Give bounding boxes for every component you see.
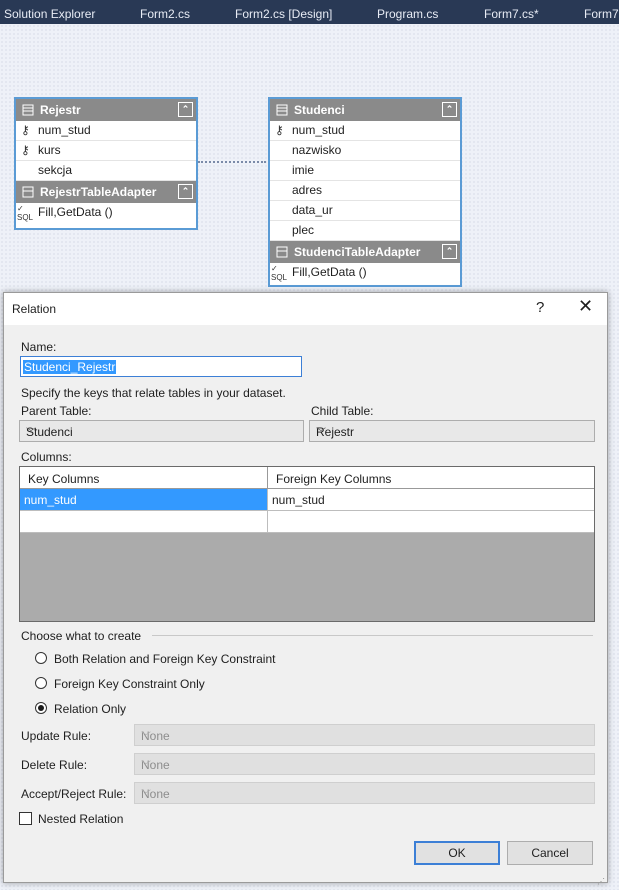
tab-form2-cs[interactable]: Form2.cs [140,0,190,24]
column-row[interactable]: ⚷ num_stud [270,121,460,141]
collapse-icon[interactable]: ⌃ [442,102,457,117]
grid-header-foreign-key-columns[interactable]: Foreign Key Columns [268,467,594,489]
tab-program-cs[interactable]: Program.cs [377,0,438,24]
document-tab-bar: Solution Explorer Form2.cs Form2.cs [Des… [0,0,619,24]
create-group-label: Choose what to create [21,629,142,643]
relation-name-input[interactable]: Studenci_Rejestr [20,356,302,377]
dialog-title-bar[interactable]: Relation ? ✕ [4,293,607,325]
accept-reject-rule-select[interactable]: None ﹀ [134,782,595,804]
datatable-icon [22,104,34,116]
tableadapter-icon [22,186,34,198]
nested-relation-checkbox[interactable] [19,812,32,825]
datatable-header[interactable]: Studenci ⌃ [270,99,460,121]
tab-form7-cs[interactable]: Form7.cs* [484,0,539,24]
child-table-label: Child Table: [311,404,374,418]
chevron-down-icon: ﹀ [141,790,151,801]
grid-header-key-columns[interactable]: Key Columns [20,467,268,489]
datatable-rejestr[interactable]: Rejestr ⌃ ⚷ num_stud ⚷ kurs sekcja Rejestr… [14,97,198,230]
nested-relation-label[interactable]: Nested Relation [38,812,123,826]
datatable-header[interactable]: Rejestr ⌃ [16,99,196,121]
tableadapter-header[interactable]: RejestrTableAdapter ⌃ [16,181,196,203]
query-row[interactable]: ✓ SQL Fill,GetData () [270,263,460,282]
chevron-down-icon: ﹀ [141,732,151,743]
collapse-icon[interactable]: ⌃ [178,102,193,117]
relation-name-value: Studenci_Rejestr [23,360,117,374]
chevron-down-icon: ﹀ [26,428,36,439]
columns-grid[interactable]: Key Columns Foreign Key Columns num_stud… [19,466,595,622]
columns-label: Columns: [21,450,72,464]
datatable-name: Rejestr [40,103,81,117]
grid-cell-key[interactable] [20,511,268,533]
delete-rule-select[interactable]: None ﹀ [134,753,595,775]
tab-form2-design[interactable]: Form2.cs [Design] [235,0,332,24]
column-name: adres [292,183,323,197]
parent-table-select[interactable]: Studenci ﹀ [19,420,304,442]
datatable-studenci[interactable]: Studenci ⌃ ⚷ num_stud nazwisko imie adres… [268,97,462,287]
key-icon: ⚷ [275,123,284,137]
delete-rule-label: Delete Rule: [21,758,88,772]
close-icon[interactable]: ✕ [578,296,593,317]
collapse-icon[interactable]: ⌃ [178,184,193,199]
column-row[interactable]: sekcja [16,161,196,181]
column-name: num_stud [38,123,91,137]
name-label: Name: [21,340,57,354]
instructions-text: Specify the keys that relate tables in y… [21,386,286,400]
update-rule-label: Update Rule: [21,729,92,743]
tab-form7[interactable]: Form7 [584,0,619,24]
accept-reject-rule-label: Accept/Reject Rule: [21,787,127,801]
column-row[interactable]: adres [270,181,460,201]
chevron-down-icon: ﹀ [316,428,326,439]
option-label[interactable]: Foreign Key Constraint Only [54,677,205,691]
query-method: Fill,GetData () [292,265,367,279]
tableadapter-name: StudenciTableAdapter [294,245,421,259]
column-row[interactable]: ⚷ kurs [16,141,196,161]
collapse-icon[interactable]: ⌃ [442,244,457,259]
column-name: nazwisko [292,143,342,157]
column-name: data_ur [292,203,333,217]
column-name: kurs [38,143,61,157]
column-row[interactable]: imie [270,161,460,181]
tableadapter-name: RejestrTableAdapter [40,185,157,199]
datatable-name: Studenci [294,103,345,117]
sql-query-icon: ✓ SQL [271,264,288,282]
key-icon: ⚷ [21,123,30,137]
cancel-button[interactable]: Cancel [507,841,593,865]
radio-both-relation-fk[interactable] [35,652,47,664]
relation-dialog: Relation ? ✕ Name: Studenci_Rejestr Spec… [3,292,608,883]
column-name: plec [292,223,315,237]
column-name: num_stud [292,123,345,137]
help-button[interactable]: ? [536,299,544,316]
grid-cell-foreign-key[interactable]: num_stud [268,489,594,511]
grid-cell-key[interactable]: num_stud [20,489,268,511]
child-table-select[interactable]: Rejestr ﹀ [309,420,595,442]
group-divider [152,635,593,636]
ok-button[interactable]: OK [414,841,500,865]
column-row[interactable]: plec [270,221,460,241]
chevron-down-icon: ﹀ [141,761,151,772]
tableadapter-icon [276,246,288,258]
tab-solution-explorer[interactable]: Solution Explorer [4,0,95,24]
key-icon: ⚷ [21,143,30,157]
column-row[interactable]: nazwisko [270,141,460,161]
radio-relation-only[interactable] [35,702,47,714]
column-name: sekcja [38,163,73,177]
option-label[interactable]: Relation Only [54,702,126,716]
parent-table-label: Parent Table: [21,404,92,418]
column-row[interactable]: data_ur [270,201,460,221]
radio-fk-only[interactable] [35,677,47,689]
sql-query-icon: ✓ SQL [17,204,34,222]
query-method: Fill,GetData () [38,205,113,219]
grid-cell-foreign-key[interactable] [268,511,594,533]
column-row[interactable]: ⚷ num_stud [16,121,196,141]
resize-grip-icon[interactable]: ⋰ [597,877,606,886]
dialog-title: Relation [12,302,57,316]
update-rule-select[interactable]: None ﹀ [134,724,595,746]
option-label[interactable]: Both Relation and Foreign Key Constraint [54,652,275,666]
datatable-icon [276,104,288,116]
relation-connector[interactable] [198,161,266,163]
column-name: imie [292,163,315,177]
query-row[interactable]: ✓ SQL Fill,GetData () [16,203,196,222]
tableadapter-header[interactable]: StudenciTableAdapter ⌃ [270,241,460,263]
